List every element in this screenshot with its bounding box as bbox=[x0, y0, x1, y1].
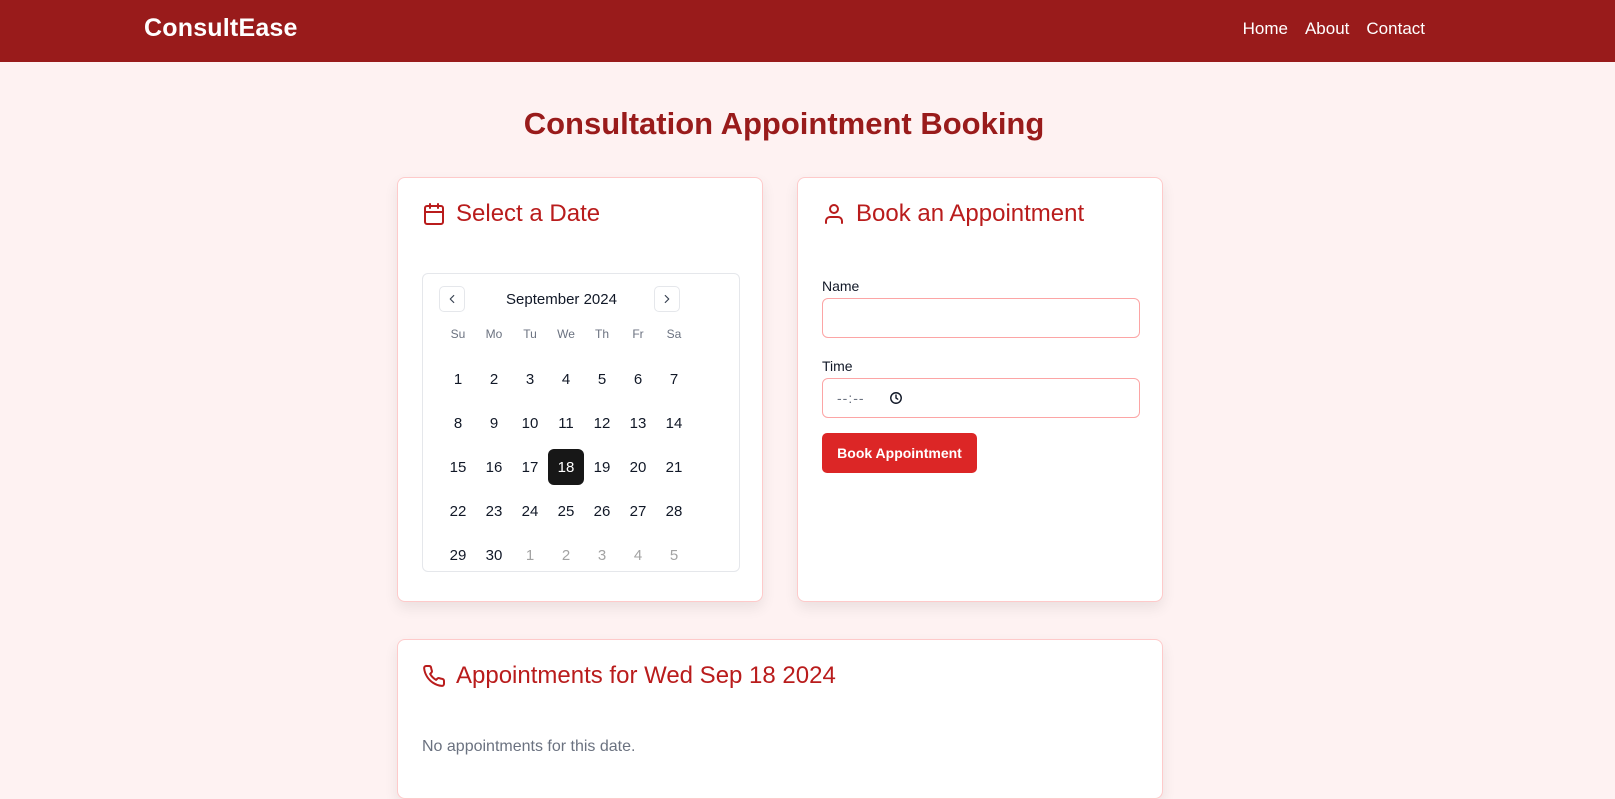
calendar-day[interactable]: 12 bbox=[584, 405, 620, 441]
calendar-day[interactable]: 25 bbox=[548, 493, 584, 529]
calendar-day[interactable]: 1 bbox=[440, 361, 476, 397]
phone-icon bbox=[423, 665, 446, 687]
book-appointment-button[interactable]: Book Appointment bbox=[822, 433, 977, 473]
weekday-label: Sa bbox=[666, 327, 682, 341]
appointments-card-title: Appointments for Wed Sep 18 2024 bbox=[456, 662, 836, 689]
nav-link-about[interactable]: About bbox=[1305, 19, 1349, 39]
calendar-day[interactable]: 4 bbox=[620, 537, 656, 573]
weekday-label: Tu bbox=[523, 327, 537, 341]
calendar-week-row: 22 23 24 25 26 27 28 bbox=[440, 493, 692, 537]
weekday-label: Th bbox=[594, 327, 609, 341]
weekday-label: Mo bbox=[485, 327, 503, 341]
booking-card-title: Book an Appointment bbox=[856, 200, 1085, 227]
calendar-day[interactable]: 28 bbox=[656, 493, 692, 529]
calendar-grid: Su Mo Tu We Th Fr Sa 1 2 3 4 5 6 7 8 9 1… bbox=[440, 327, 692, 581]
calendar-week-row: 15 16 17 18 19 20 21 bbox=[440, 449, 692, 493]
brand-logo[interactable]: ConsultEase bbox=[144, 14, 298, 43]
main-nav: Home About Contact bbox=[1243, 19, 1425, 39]
date-card-title: Select a Date bbox=[456, 200, 601, 227]
calendar-day[interactable]: 16 bbox=[476, 449, 512, 485]
date-card-header: Select a Date bbox=[422, 200, 600, 228]
calendar-day[interactable]: 9 bbox=[476, 405, 512, 441]
booking-card-header: Book an Appointment bbox=[822, 200, 1084, 228]
calendar-week-row: 8 9 10 11 12 13 14 bbox=[440, 405, 692, 449]
time-label: Time bbox=[822, 358, 853, 374]
calendar-day[interactable]: 30 bbox=[476, 537, 512, 573]
calendar-day[interactable]: 20 bbox=[620, 449, 656, 485]
calendar-day[interactable]: 22 bbox=[440, 493, 476, 529]
calendar-day[interactable]: 3 bbox=[512, 361, 548, 397]
calendar-days: 1 2 3 4 5 6 7 8 9 10 11 12 13 14 15 16 1… bbox=[440, 361, 692, 581]
calendar-day[interactable]: 13 bbox=[620, 405, 656, 441]
calendar-day[interactable]: 11 bbox=[548, 405, 584, 441]
calendar-day[interactable]: 8 bbox=[440, 405, 476, 441]
date-card: Select a Date September 2024 Su Mo Tu We… bbox=[397, 177, 763, 602]
top-navbar: ConsultEase Home About Contact bbox=[0, 0, 1615, 62]
calendar-day[interactable]: 5 bbox=[584, 361, 620, 397]
nav-link-contact[interactable]: Contact bbox=[1366, 19, 1425, 39]
calendar-day[interactable]: 26 bbox=[584, 493, 620, 529]
name-input[interactable] bbox=[822, 298, 1140, 338]
time-placeholder: --:-- bbox=[837, 390, 865, 406]
calendar-day[interactable]: 15 bbox=[440, 449, 476, 485]
chevron-right-icon bbox=[664, 294, 670, 304]
calendar-day[interactable]: 7 bbox=[656, 361, 692, 397]
calendar-day[interactable]: 21 bbox=[656, 449, 692, 485]
calendar: September 2024 Su Mo Tu We Th Fr Sa 1 2 … bbox=[422, 273, 740, 572]
calendar-day[interactable]: 23 bbox=[476, 493, 512, 529]
user-icon bbox=[825, 204, 843, 224]
name-label: Name bbox=[822, 278, 860, 294]
next-month-button[interactable] bbox=[654, 286, 680, 312]
calendar-week-row: 1 2 3 4 5 6 7 bbox=[440, 361, 692, 405]
weekday-label: We bbox=[557, 327, 575, 341]
appointments-card-header: Appointments for Wed Sep 18 2024 bbox=[422, 662, 836, 690]
page-title: Consultation Appointment Booking bbox=[523, 106, 1045, 141]
calendar-day[interactable]: 24 bbox=[512, 493, 548, 529]
calendar-week-row: 29 30 1 2 3 4 5 bbox=[440, 537, 692, 581]
calendar-day[interactable]: 6 bbox=[620, 361, 656, 397]
calendar-day[interactable]: 10 bbox=[512, 405, 548, 441]
calendar-day[interactable]: 29 bbox=[440, 537, 476, 573]
clock-icon[interactable] bbox=[889, 391, 903, 405]
calendar-icon bbox=[424, 203, 444, 225]
no-appointments-message: No appointments for this date. bbox=[422, 738, 636, 755]
booking-card: Book an Appointment Name Time --:-- Book… bbox=[797, 177, 1163, 602]
calendar-day[interactable]: 19 bbox=[584, 449, 620, 485]
calendar-day[interactable]: 27 bbox=[620, 493, 656, 529]
weekday-label: Su bbox=[450, 327, 466, 341]
weekday-header-row: Su Mo Tu We Th Fr Sa bbox=[440, 327, 692, 349]
calendar-day[interactable]: 5 bbox=[656, 537, 692, 573]
calendar-day[interactable]: 4 bbox=[548, 361, 584, 397]
calendar-day[interactable]: 2 bbox=[476, 361, 512, 397]
calendar-day[interactable]: 3 bbox=[584, 537, 620, 573]
weekday-label: Fr bbox=[632, 327, 644, 341]
time-input[interactable]: --:-- bbox=[822, 378, 1140, 418]
calendar-day[interactable]: 14 bbox=[656, 405, 692, 441]
appointments-card: Appointments for Wed Sep 18 2024 No appo… bbox=[397, 639, 1163, 799]
calendar-day[interactable]: 17 bbox=[512, 449, 548, 485]
nav-link-home[interactable]: Home bbox=[1243, 19, 1288, 39]
calendar-day[interactable]: 2 bbox=[548, 537, 584, 573]
calendar-day[interactable]: 1 bbox=[512, 537, 548, 573]
calendar-day-selected[interactable]: 18 bbox=[548, 449, 584, 485]
